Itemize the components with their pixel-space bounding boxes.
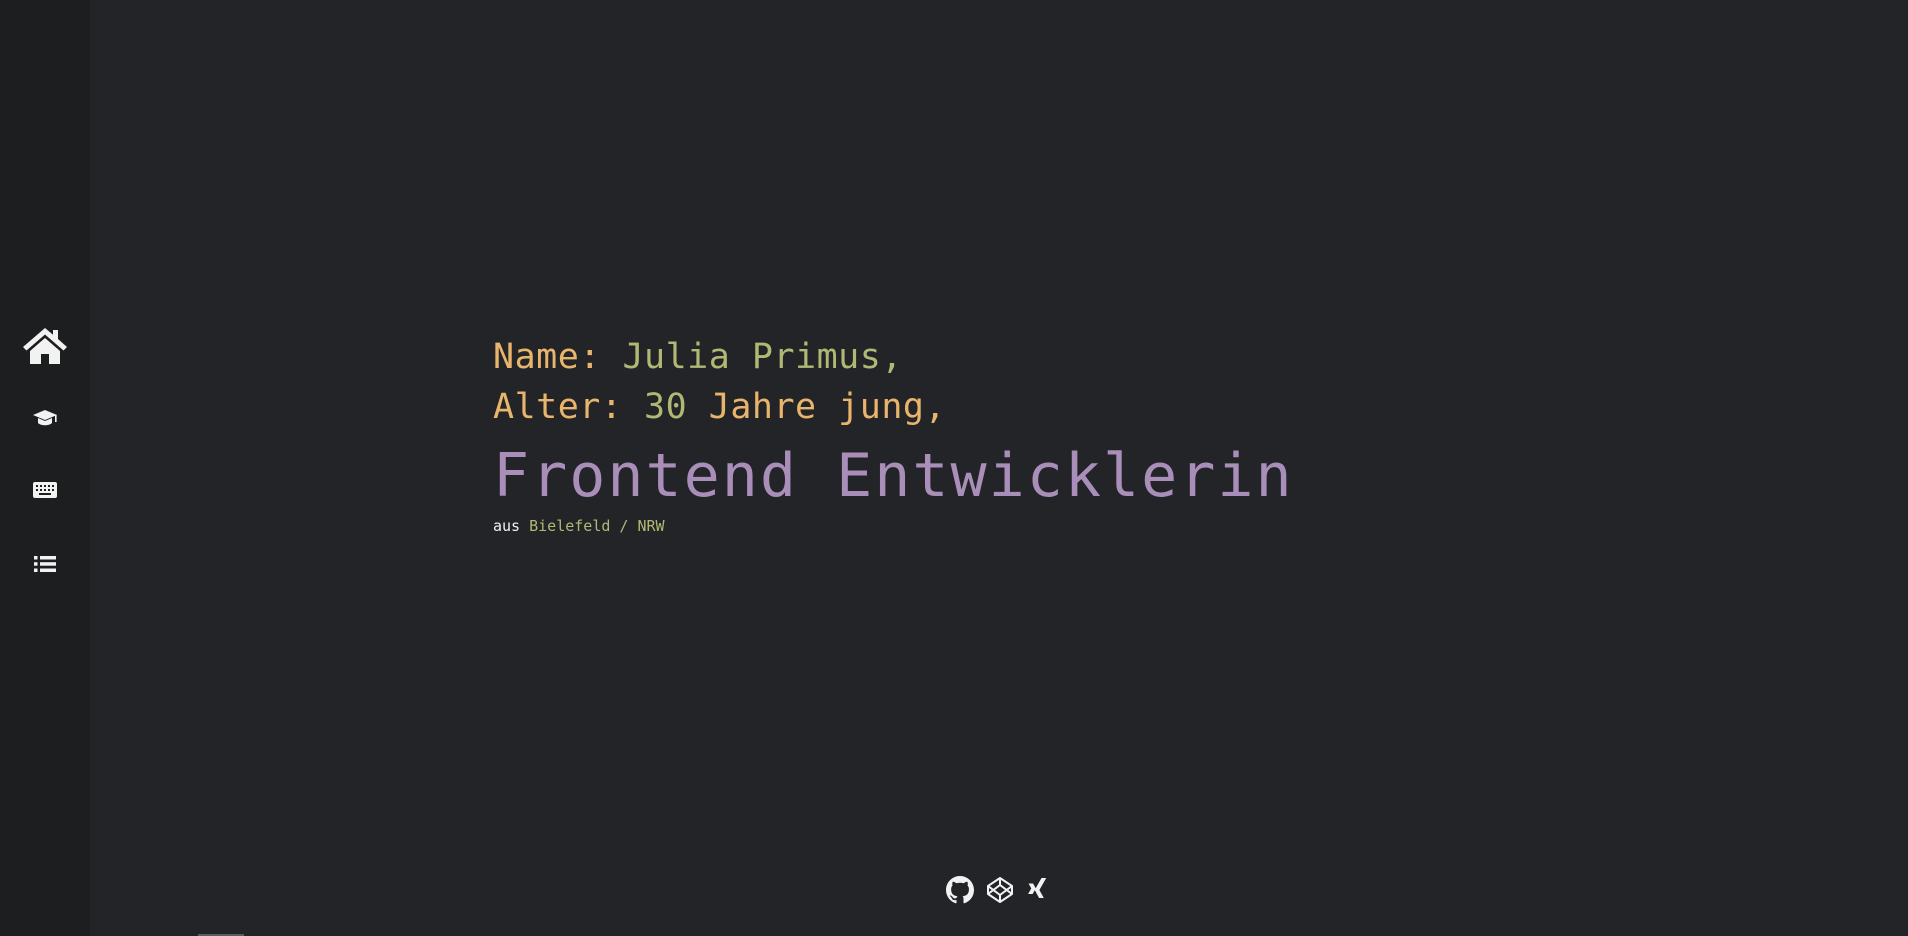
- sidebar-item-projects[interactable]: [0, 550, 90, 578]
- sidebar-item-skills[interactable]: [0, 476, 90, 504]
- intro-section: Name: Julia Primus, Alter: 30 Jahre jung…: [493, 332, 1294, 536]
- social-links: [946, 876, 1048, 904]
- age-number: 30: [644, 387, 688, 427]
- age-suffix: Jahre jung,: [708, 387, 947, 427]
- name-label: Name:: [493, 337, 601, 377]
- location-prefix: aus: [493, 517, 521, 535]
- location-value: Bielefeld / NRW: [529, 517, 665, 535]
- page-title: Frontend Entwicklerin: [493, 441, 1294, 511]
- sidebar: [0, 0, 90, 936]
- name-line: Name: Julia Primus,: [493, 332, 1294, 382]
- xing-link[interactable]: [1026, 877, 1048, 903]
- location-line: aus Bielefeld / NRW: [493, 516, 1294, 536]
- sidebar-item-education[interactable]: [0, 404, 90, 432]
- age-line: Alter: 30 Jahre jung,: [493, 382, 1294, 432]
- codepen-link[interactable]: [986, 876, 1014, 904]
- github-link[interactable]: [946, 876, 974, 904]
- xing-icon: [1026, 877, 1048, 903]
- codepen-icon: [986, 876, 1014, 904]
- graduation-cap-icon: [32, 409, 58, 427]
- github-icon: [946, 876, 974, 904]
- name-value: Julia Primus,: [622, 337, 903, 377]
- list-icon: [34, 555, 56, 573]
- keyboard-icon: [33, 481, 57, 499]
- sidebar-item-home[interactable]: [0, 322, 90, 370]
- home-icon: [22, 326, 68, 366]
- age-label: Alter:: [493, 387, 623, 427]
